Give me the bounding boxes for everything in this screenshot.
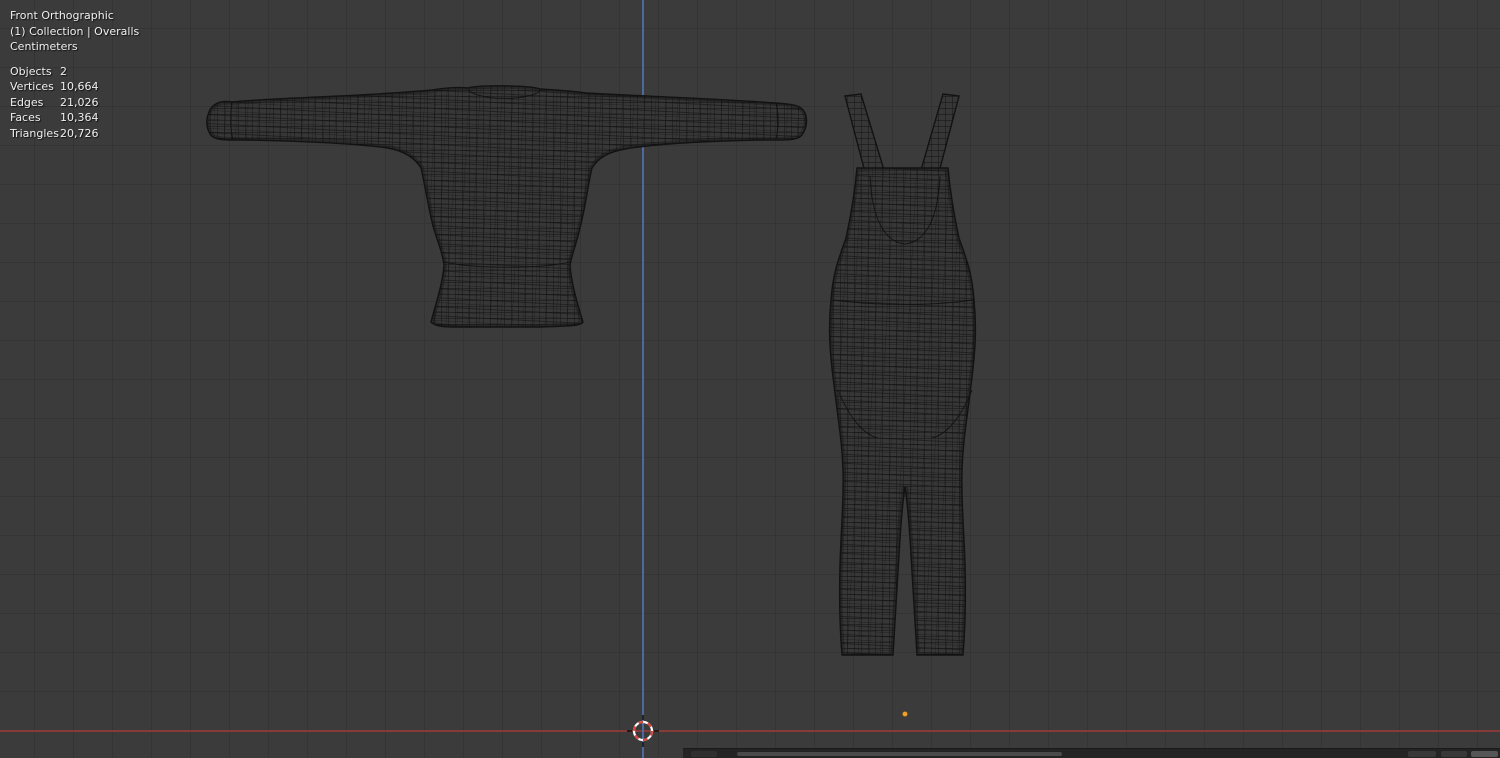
collection-breadcrumb: (1) Collection | Overalls: [10, 24, 140, 38]
timeline-strip: [683, 748, 1500, 758]
view-label: Front Orthographic: [10, 9, 114, 22]
viewport-3d[interactable]: Front Orthographic (1) Collection | Over…: [0, 0, 1500, 758]
stat-vertices: Vertices 10,664: [10, 80, 99, 93]
timeline-widget-2: [1441, 751, 1467, 757]
timeline-scrollbar[interactable]: [737, 752, 1062, 756]
viewport-overlay-text: Front Orthographic (1) Collection | Over…: [10, 8, 139, 141]
overalls-garment[interactable]: [828, 93, 977, 656]
timeline-widget-3: [1471, 751, 1498, 757]
units-label: Centimeters: [10, 40, 78, 53]
3d-cursor-icon: [627, 715, 659, 747]
timeline-widget-1: [1408, 751, 1436, 757]
stat-faces: Faces 10,364: [10, 111, 99, 124]
stat-objects: Objects 2: [10, 64, 67, 78]
stat-edges: Edges 21,026: [10, 95, 99, 109]
timeline-strip-block: [691, 751, 717, 757]
top-garment[interactable]: [206, 85, 808, 328]
wireframe-layer: [206, 85, 977, 747]
stat-triangles: Triangles 20,726: [10, 126, 99, 140]
object-origin-dot: [902, 711, 908, 717]
